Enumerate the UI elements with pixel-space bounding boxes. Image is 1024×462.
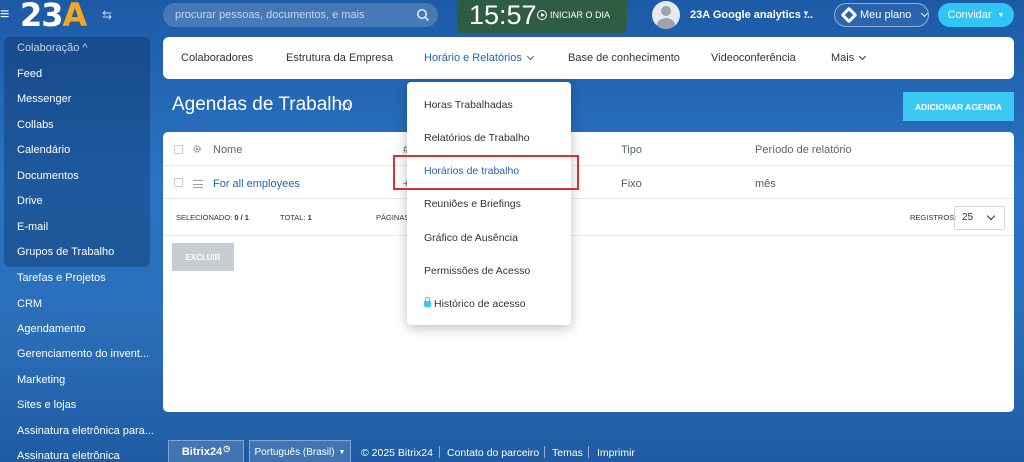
search-icon[interactable] — [416, 8, 430, 22]
my-plan-button[interactable]: Meu plano — [834, 3, 929, 27]
selection-highlight — [393, 155, 579, 190]
sidebar-item-documents[interactable]: Documentos — [17, 170, 79, 182]
footer-link-themes[interactable]: Temas — [552, 447, 583, 459]
gear-icon[interactable] — [192, 144, 202, 154]
footer-divider — [439, 446, 440, 458]
schedules-grid: Nome # Tipo Período de relatório For all… — [163, 132, 1014, 412]
sidebar-item-sites[interactable]: Sites e lojas — [17, 399, 76, 411]
section-nav: Colaboradores Estrutura da Empresa Horár… — [163, 37, 1014, 79]
tab-label: Horário e Relatórios — [424, 52, 522, 64]
work-day-widget[interactable]: 15:57 INICIAR O DIA — [457, 0, 627, 33]
delete-button[interactable]: EXCLUIR — [172, 243, 234, 271]
copyright-text: © 2025 Bitrix24 — [361, 447, 433, 459]
top-bar: ≡ 23A ⇆ 15:57 INICIAR O DIA 23A Google a… — [0, 0, 1024, 36]
select-all-checkbox[interactable] — [174, 145, 183, 154]
menu-item-hours-worked[interactable]: Horas Trabalhadas — [424, 99, 513, 111]
user-name[interactable]: 23A Google analytics ... — [690, 9, 813, 21]
plan-label: Meu plano — [860, 9, 912, 21]
schedule-reports-menu: Horas Trabalhadas Relatórios de Trabalho… — [407, 82, 571, 325]
menu-item-label: Histórico de acesso — [434, 298, 526, 310]
records-label: REGISTROS: — [910, 213, 957, 222]
chevron-down-icon — [986, 211, 996, 221]
menu-item-work-reports[interactable]: Relatórios de Trabalho — [424, 132, 530, 144]
tab-video-conference[interactable]: Videoconferência — [711, 52, 796, 64]
clock-icon: ◷ — [223, 443, 231, 453]
table-header: Nome # Tipo Período de relatório — [163, 132, 1014, 166]
swap-icon[interactable]: ⇆ — [102, 8, 112, 22]
sidebar-item-marketing[interactable]: Marketing — [17, 374, 65, 386]
schedule-type: Fixo — [621, 178, 642, 190]
total-count: TOTAL: 1 — [280, 213, 312, 222]
chevron-down-icon — [526, 52, 534, 61]
search-box[interactable] — [163, 3, 438, 27]
language-select[interactable]: Português (Brasil) ▼ — [249, 440, 351, 462]
plan-icon — [840, 6, 858, 24]
sidebar-item-crm[interactable]: CRM — [17, 298, 42, 310]
column-header-name[interactable]: Nome — [213, 144, 242, 156]
row-menu-icon[interactable] — [193, 180, 203, 188]
menu-item-access-permissions[interactable]: Permissões de Acesso — [424, 265, 530, 277]
search-input[interactable] — [163, 3, 403, 27]
chevron-down-icon — [921, 9, 929, 17]
tab-label: Mais — [831, 52, 855, 64]
records-per-page-select[interactable]: 25 — [954, 206, 1005, 230]
report-period: mês — [755, 178, 776, 190]
sidebar-item-workgroups[interactable]: Grupos de Trabalho — [17, 246, 114, 258]
footer-bar: Bitrix24 ◷ Português (Brasil) ▼ © 2025 Bit… — [0, 436, 1024, 462]
footer-divider — [588, 446, 589, 458]
grid-footer: SELECIONADO: 0 / 1 TOTAL: 1 PÁGINAS REGI… — [163, 199, 1014, 236]
page-title: Agendas de Trabalho — [172, 94, 353, 115]
add-schedule-button[interactable]: ADICIONAR AGENDA — [903, 92, 1014, 121]
clock-time: 15:57 — [469, 0, 537, 30]
start-day-label: INICIAR O DIA — [550, 10, 611, 20]
records-value: 25 — [962, 212, 974, 223]
language-label: Português (Brasil) — [254, 446, 335, 458]
menu-item-meetings[interactable]: Reuniões e Briefings — [424, 198, 521, 210]
sidebar-item-drive[interactable]: Drive — [17, 195, 43, 207]
invite-button[interactable]: Convidar ▼ — [938, 3, 1014, 27]
chevron-down-icon: ▼ — [997, 11, 1005, 19]
chevron-down-icon: ▼ — [338, 448, 346, 456]
chevron-down-icon[interactable]: ▼ — [802, 9, 810, 18]
footer-link-print[interactable]: Imprimir — [597, 447, 635, 459]
star-icon[interactable]: ☆ — [339, 96, 353, 116]
tab-knowledge-base[interactable]: Base de conhecimento — [568, 52, 680, 64]
footer-link-partner[interactable]: Contato do parceiro — [447, 447, 539, 459]
tab-schedule-reports[interactable]: Horário e Relatórios — [424, 52, 534, 64]
start-day-button[interactable]: INICIAR O DIA — [537, 10, 610, 20]
selected-count: SELECIONADO: 0 / 1 — [176, 213, 249, 222]
tab-more[interactable]: Mais — [831, 52, 867, 64]
play-icon — [537, 10, 547, 20]
menu-icon[interactable]: ≡ — [0, 7, 14, 23]
schedule-name-link[interactable]: For all employees — [213, 178, 300, 190]
user-avatar[interactable] — [652, 1, 680, 29]
sidebar-item-calendar[interactable]: Calendário — [17, 144, 70, 156]
sidebar-item-feed[interactable]: Feed — [17, 68, 42, 80]
chevron-down-icon — [859, 52, 867, 61]
column-header-type[interactable]: Tipo — [621, 144, 642, 156]
tab-employees[interactable]: Colaboradores — [181, 52, 253, 64]
sidebar-item-collabs[interactable]: Collabs — [17, 119, 54, 131]
sidebar-item-booking[interactable]: Agendamento — [17, 323, 86, 335]
column-header-period[interactable]: Período de relatório — [755, 144, 852, 156]
brand-label: Bitrix24 — [181, 446, 223, 458]
sidebar-item-messenger[interactable]: Messenger — [17, 93, 71, 105]
company-logo[interactable]: 23A — [20, 0, 87, 34]
sidebar-item-email[interactable]: E-mail — [17, 221, 48, 233]
left-sidebar: Colaboração ^ Feed Messenger Collabs Cal… — [0, 37, 160, 462]
bitrix24-button[interactable]: Bitrix24 ◷ — [168, 440, 244, 462]
lock-icon — [424, 297, 431, 307]
pages-label: PÁGINAS — [376, 213, 410, 222]
sidebar-item-inventory[interactable]: Gerenciamento do invent... — [17, 348, 149, 360]
row-checkbox[interactable] — [174, 178, 183, 187]
tab-company-structure[interactable]: Estrutura da Empresa — [286, 52, 393, 64]
sidebar-group-title[interactable]: Colaboração ^ — [17, 42, 88, 54]
table-row[interactable]: For all employees + Fixo mês — [163, 166, 1014, 199]
invite-label: Convidar — [947, 9, 992, 21]
menu-item-absence-chart[interactable]: Gráfico de Ausência — [424, 232, 518, 244]
footer-divider — [544, 446, 545, 458]
menu-item-access-history[interactable]: Histórico de acesso — [424, 297, 526, 310]
sidebar-item-tasks[interactable]: Tarefas e Projetos — [17, 272, 106, 284]
